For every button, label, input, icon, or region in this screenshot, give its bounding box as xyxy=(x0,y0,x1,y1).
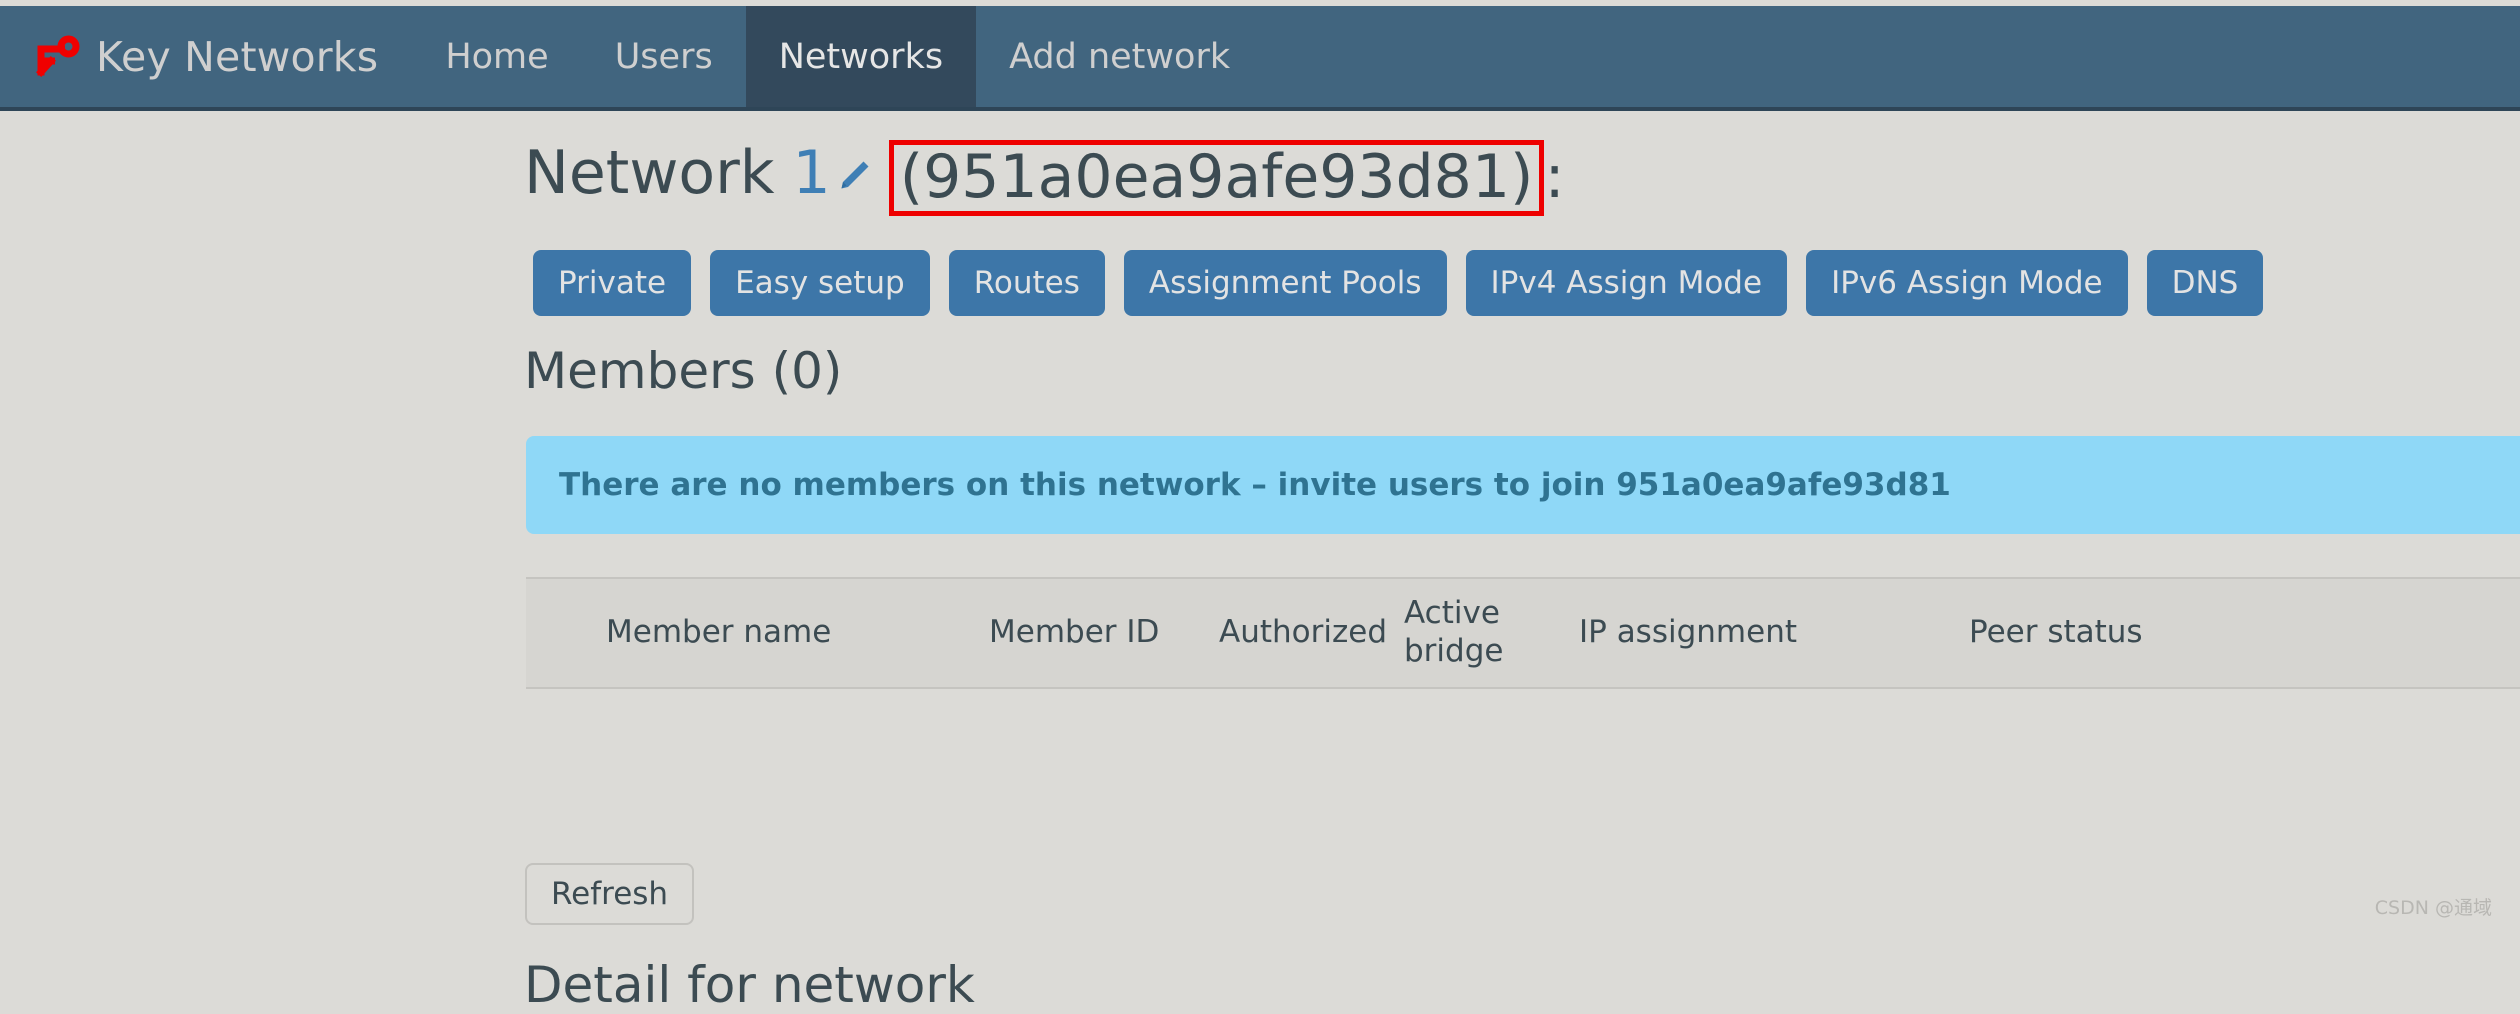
private-button[interactable]: Private xyxy=(533,250,691,316)
watermark: CSDN @通域 xyxy=(2375,893,2492,920)
nav-item-users[interactable]: Users xyxy=(582,6,746,107)
nav-item-add-network[interactable]: Add network xyxy=(976,6,1263,107)
nav-item-networks[interactable]: Networks xyxy=(746,6,976,107)
network-id: (951a0ea9afe93d81) xyxy=(900,142,1534,212)
nav-item-networks-label: Networks xyxy=(779,37,943,77)
column-header-ip-assignment: IP assignment xyxy=(1571,614,1961,652)
column-header-member-id: Member ID xyxy=(981,614,1211,652)
top-navbar: Key Networks Home Users Networks Add net… xyxy=(0,6,2520,111)
column-header-peer-status: Peer status xyxy=(1961,614,2291,652)
no-members-alert-text: There are no members on this network – i… xyxy=(526,467,1951,503)
page-title-suffix: : xyxy=(1544,147,1564,207)
brand-link[interactable]: Key Networks xyxy=(0,6,412,107)
column-header-active-bridge: Active bridge xyxy=(1396,595,1571,671)
easy-setup-button[interactable]: Easy setup xyxy=(710,250,930,316)
column-header-member-name: Member name xyxy=(526,614,981,652)
nav-item-add-network-label: Add network xyxy=(1009,37,1230,77)
no-members-alert: There are no members on this network – i… xyxy=(526,436,2520,534)
main-content: Network 1 (951a0ea9afe93d81) : Private E… xyxy=(0,111,2520,930)
brand-label: Key Networks xyxy=(96,33,378,81)
members-table-header-row: Member name Member ID Authorized Active … xyxy=(526,577,2520,689)
detail-heading: Detail for network xyxy=(524,956,975,1014)
pencil-icon[interactable] xyxy=(833,147,873,187)
key-icon xyxy=(30,31,82,83)
dns-button[interactable]: DNS xyxy=(2147,250,2264,316)
refresh-button[interactable]: Refresh xyxy=(525,863,694,925)
members-heading: Members (0) xyxy=(524,342,842,400)
ipv6-assign-mode-button[interactable]: IPv6 Assign Mode xyxy=(1806,250,2128,316)
routes-button[interactable]: Routes xyxy=(949,250,1105,316)
settings-button-row: Private Easy setup Routes Assignment Poo… xyxy=(533,250,2263,316)
column-header-authorized: Authorized xyxy=(1211,614,1396,652)
network-number: 1 xyxy=(793,143,831,203)
assignment-pools-button[interactable]: Assignment Pools xyxy=(1124,250,1447,316)
ipv4-assign-mode-button[interactable]: IPv4 Assign Mode xyxy=(1466,250,1788,316)
page-title-prefix: Network xyxy=(524,143,775,203)
page-title: Network 1 (951a0ea9afe93d81) : xyxy=(524,136,1565,212)
network-id-annotation-box: (951a0ea9afe93d81) xyxy=(889,140,1545,216)
members-table: Member name Member ID Authorized Active … xyxy=(526,577,2520,689)
nav-item-home[interactable]: Home xyxy=(412,6,581,107)
nav-item-home-label: Home xyxy=(445,37,548,77)
nav-item-users-label: Users xyxy=(615,37,713,77)
